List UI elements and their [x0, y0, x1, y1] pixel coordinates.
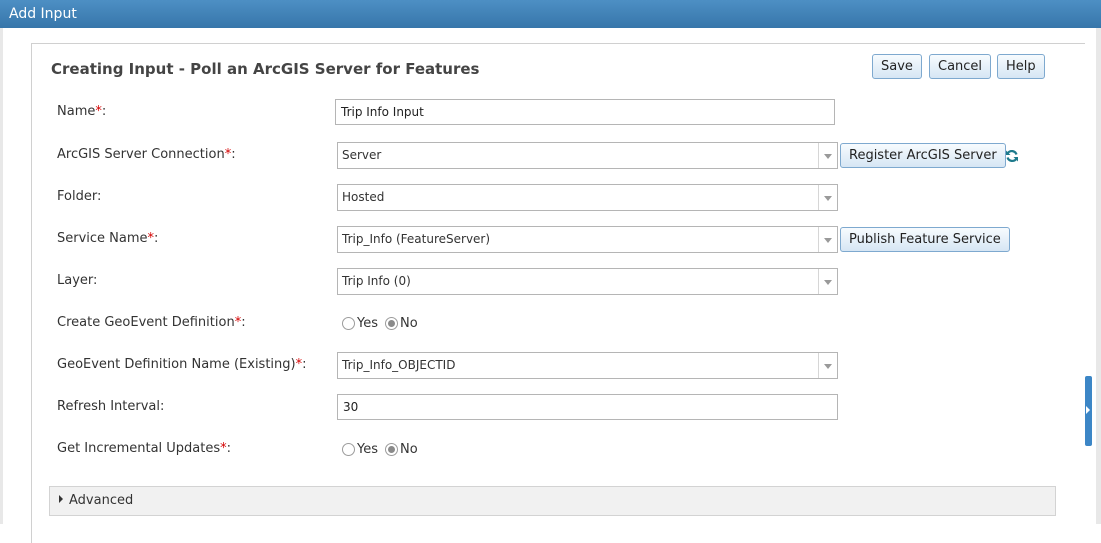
- chevron-down-icon[interactable]: [818, 227, 837, 252]
- service-value: Trip_Info (FeatureServer): [342, 232, 491, 246]
- connection-value: Server: [342, 148, 382, 162]
- chevron-down-icon[interactable]: [818, 353, 837, 378]
- advanced-section-header[interactable]: Advanced: [49, 486, 1056, 516]
- register-server-button[interactable]: Register ArcGIS Server: [840, 143, 1006, 168]
- name-input[interactable]: Trip Info Input: [335, 99, 835, 125]
- window-titlebar: Add Input: [0, 0, 1101, 28]
- definition-name-value: Trip_Info_OBJECTID: [342, 358, 456, 372]
- incremental-updates-label: Get Incremental Updates*:: [57, 441, 232, 456]
- window-left-edge: [0, 28, 3, 524]
- window-title: Add Input: [9, 6, 77, 22]
- layer-value: Trip Info (0): [342, 274, 411, 288]
- incremental-updates-radios: Yes No: [342, 442, 425, 457]
- connection-label: ArcGIS Server Connection*:: [57, 147, 236, 162]
- chevron-down-icon[interactable]: [818, 143, 837, 168]
- refresh-icon[interactable]: [1005, 149, 1019, 163]
- create-definition-radios: Yes No: [342, 316, 425, 331]
- help-button[interactable]: Help: [997, 54, 1045, 79]
- name-label: Name*:: [57, 104, 107, 119]
- folder-value: Hosted: [342, 190, 385, 204]
- incremental-no-radio[interactable]: [385, 443, 398, 456]
- layer-label: Layer:: [57, 273, 98, 288]
- layer-select[interactable]: Trip Info (0): [337, 268, 838, 295]
- create-definition-yes-radio[interactable]: [342, 317, 355, 330]
- create-definition-no-radio[interactable]: [385, 317, 398, 330]
- folder-select[interactable]: Hosted: [337, 184, 838, 211]
- service-label: Service Name*:: [57, 231, 159, 246]
- create-definition-yes-label[interactable]: Yes: [357, 316, 378, 331]
- incremental-yes-label[interactable]: Yes: [357, 442, 378, 457]
- create-definition-label: Create GeoEvent Definition*:: [57, 315, 246, 330]
- chevron-down-icon[interactable]: [818, 269, 837, 294]
- save-button[interactable]: Save: [872, 54, 922, 79]
- advanced-label: Advanced: [69, 493, 134, 508]
- side-panel-toggle[interactable]: [1085, 376, 1092, 446]
- triangle-right-icon: [59, 495, 63, 503]
- window-right-edge: [1096, 28, 1101, 524]
- chevron-down-icon[interactable]: [818, 185, 837, 210]
- folder-label: Folder:: [57, 189, 102, 204]
- definition-name-label: GeoEvent Definition Name (Existing)*:: [57, 357, 307, 372]
- refresh-interval-input[interactable]: 30: [337, 394, 838, 420]
- publish-service-button[interactable]: Publish Feature Service: [840, 227, 1010, 252]
- cancel-button[interactable]: Cancel: [929, 54, 992, 79]
- service-select[interactable]: Trip_Info (FeatureServer): [337, 226, 838, 253]
- definition-name-select[interactable]: Trip_Info_OBJECTID: [337, 352, 838, 379]
- create-definition-no-label[interactable]: No: [400, 316, 418, 331]
- connection-select[interactable]: Server: [337, 142, 838, 169]
- refresh-interval-label: Refresh Interval:: [57, 399, 165, 414]
- page-title: Creating Input - Poll an ArcGIS Server f…: [51, 60, 480, 78]
- incremental-no-label[interactable]: No: [400, 442, 418, 457]
- incremental-yes-radio[interactable]: [342, 443, 355, 456]
